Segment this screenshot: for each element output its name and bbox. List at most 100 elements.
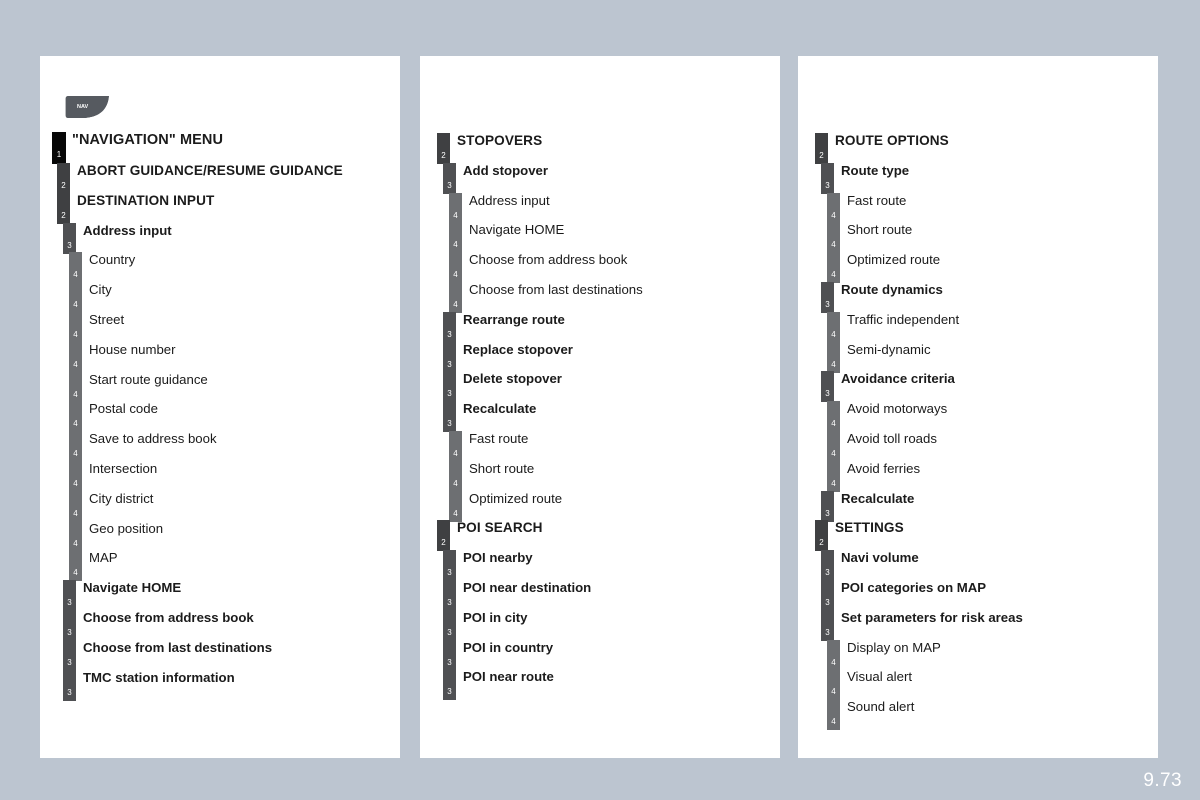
level-badge: 3 — [821, 281, 834, 313]
menu-item-label: POI near route — [463, 669, 554, 685]
level-badge: 3 — [63, 669, 76, 701]
menu-item-label: Rearrange route — [463, 311, 565, 327]
menu-card-route-settings: 2 ROUTE OPTIONS 3 Route type 4 Fast route 4 Sho… — [798, 56, 1158, 758]
menu-item[interactable]: 4 Postal code — [40, 401, 400, 433]
menu-item[interactable]: 3 POI in city — [420, 609, 780, 641]
menu-item-label: POI in country — [463, 639, 554, 655]
menu-item[interactable]: 4 Navigate HOME — [420, 222, 780, 254]
level-badge: 2 — [57, 163, 70, 194]
menu-item[interactable]: 4 Display on MAP — [798, 639, 1158, 671]
menu-item[interactable]: 4 City district — [40, 490, 400, 522]
menu-item[interactable]: 1 "NAVIGATION" MENU — [40, 132, 400, 164]
menu-item-label: Intersection — [89, 460, 158, 476]
menu-item[interactable]: 2 ROUTE OPTIONS — [798, 133, 1158, 164]
menu-item-label: Choose from address book — [83, 609, 254, 625]
menu-item-label: DESTINATION INPUT — [77, 192, 215, 208]
menu-item-label: Navigate HOME — [469, 222, 565, 238]
menu-item[interactable]: 4 Visual alert — [798, 669, 1158, 701]
menu-item[interactable]: 4 Optimized route — [798, 252, 1158, 284]
level-badge: 4 — [449, 281, 462, 313]
menu-item[interactable]: 4 Start route guidance — [40, 371, 400, 403]
menu-item-label: Add stopover — [463, 162, 548, 178]
menu-item[interactable]: 3 Rearrange route — [420, 311, 780, 343]
menu-item[interactable]: 4 Semi-dynamic — [798, 341, 1158, 373]
level-badge: 4 — [69, 520, 82, 552]
menu-item[interactable]: 4 Avoid motorways — [798, 401, 1158, 433]
menu-item[interactable]: 3 Choose from address book — [40, 609, 400, 641]
menu-item[interactable]: 4 Avoid toll roads — [798, 430, 1158, 462]
menu-item[interactable]: 3 Navi volume — [798, 550, 1158, 582]
menu-item[interactable]: 4 Avoid ferries — [798, 460, 1158, 492]
level-badge: 4 — [827, 639, 840, 671]
level-badge: 3 — [443, 579, 456, 611]
menu-item[interactable]: 4 Fast route — [420, 430, 780, 462]
menu-item-label: Navi volume — [841, 550, 919, 566]
level-badge: 3 — [821, 609, 834, 641]
menu-item[interactable]: 3 Replace stopover — [420, 341, 780, 373]
menu-item[interactable]: 2 SETTINGS — [798, 520, 1158, 552]
menu-item-label: Save to address book — [89, 431, 217, 447]
menu-item-label: Short route — [469, 460, 535, 476]
menu-item[interactable]: 2 STOPOVERS — [420, 133, 780, 164]
menu-item[interactable]: 3 Set parameters for risk areas — [798, 609, 1158, 641]
menu-item[interactable]: 3 Address input — [40, 222, 400, 254]
menu-item-label: Set parameters for risk areas — [841, 609, 1023, 625]
menu-item[interactable]: 4 Optimized route — [420, 490, 780, 522]
menu-item[interactable]: 4 Address input — [420, 192, 780, 224]
menu-item[interactable]: 4 Save to address book — [40, 431, 400, 463]
menu-item[interactable]: 4 Geo position — [40, 520, 400, 552]
menu-item[interactable]: 3 POI in country — [420, 639, 780, 671]
menu-item[interactable]: 4 Choose from last destinations — [420, 281, 780, 313]
level-badge: 2 — [437, 520, 450, 552]
menu-item[interactable]: 4 Choose from address book — [420, 252, 780, 284]
menu-item[interactable]: 4 Sound alert — [798, 699, 1158, 731]
menu-item[interactable]: 2 DESTINATION INPUT — [40, 192, 400, 224]
menu-item-label: Replace stopover — [463, 341, 573, 357]
menu-item[interactable]: 3 POI categories on MAP — [798, 579, 1158, 611]
menu-item[interactable]: 3 Delete stopover — [420, 371, 780, 403]
menu-item-label: ROUTE OPTIONS — [835, 133, 949, 148]
menu-item[interactable]: 4 Street — [40, 311, 400, 343]
menu-item-label: Avoidance criteria — [841, 371, 955, 387]
level-badge: 3 — [63, 222, 76, 254]
menu-item-label: Delete stopover — [463, 371, 562, 387]
menu-item[interactable]: 4 Fast route — [798, 192, 1158, 224]
level-badge: 4 — [449, 460, 462, 492]
menu-item[interactable]: 4 Short route — [420, 460, 780, 492]
menu-item[interactable]: 3 POI nearby — [420, 550, 780, 582]
level-badge: 3 — [821, 490, 834, 522]
menu-item[interactable]: 3 Route dynamics — [798, 281, 1158, 313]
menu-item-label: Avoid ferries — [847, 460, 921, 476]
menu-item[interactable]: 2 POI SEARCH — [420, 520, 780, 552]
level-badge: 2 — [815, 520, 828, 552]
level-badge: 4 — [449, 430, 462, 462]
menu-item[interactable]: 2 ABORT GUIDANCE/RESUME GUIDANCE — [40, 163, 400, 194]
menu-item-label: Postal code — [89, 401, 158, 417]
menu-item-label: Sound alert — [847, 699, 915, 715]
svg-text:NAV: NAV — [77, 104, 89, 110]
menu-item-label: SETTINGS — [835, 520, 904, 536]
menu-item[interactable]: 3 POI near route — [420, 669, 780, 701]
menu-item[interactable]: 4 Intersection — [40, 460, 400, 492]
menu-item[interactable]: 3 POI near destination — [420, 579, 780, 611]
menu-item[interactable]: 3 Route type — [798, 162, 1158, 194]
menu-item[interactable]: 4 City — [40, 282, 400, 314]
menu-item[interactable]: 3 Avoidance criteria — [798, 371, 1158, 403]
menu-item[interactable]: 4 Short route — [798, 222, 1158, 254]
menu-item[interactable]: 3 TMC station information — [40, 669, 400, 701]
menu-item[interactable]: 4 House number — [40, 341, 400, 373]
menu-item-label: Address input — [83, 222, 172, 238]
menu-item[interactable]: 4 Country — [40, 252, 400, 284]
level-badge: 4 — [69, 282, 82, 314]
menu-item-label: Choose from last destinations — [469, 281, 643, 297]
level-badge: 3 — [443, 550, 456, 582]
menu-item[interactable]: 3 Choose from last destinations — [40, 639, 400, 671]
level-badge: 3 — [63, 609, 76, 641]
menu-item[interactable]: 3 Add stopover — [420, 162, 780, 194]
level-badge: 4 — [827, 430, 840, 462]
menu-item[interactable]: 4 Traffic independent — [798, 311, 1158, 343]
menu-item[interactable]: 4 MAP — [40, 550, 400, 582]
menu-item[interactable]: 3 Recalculate — [420, 401, 780, 433]
menu-item[interactable]: 3 Recalculate — [798, 490, 1158, 522]
menu-item[interactable]: 3 Navigate HOME — [40, 580, 400, 612]
